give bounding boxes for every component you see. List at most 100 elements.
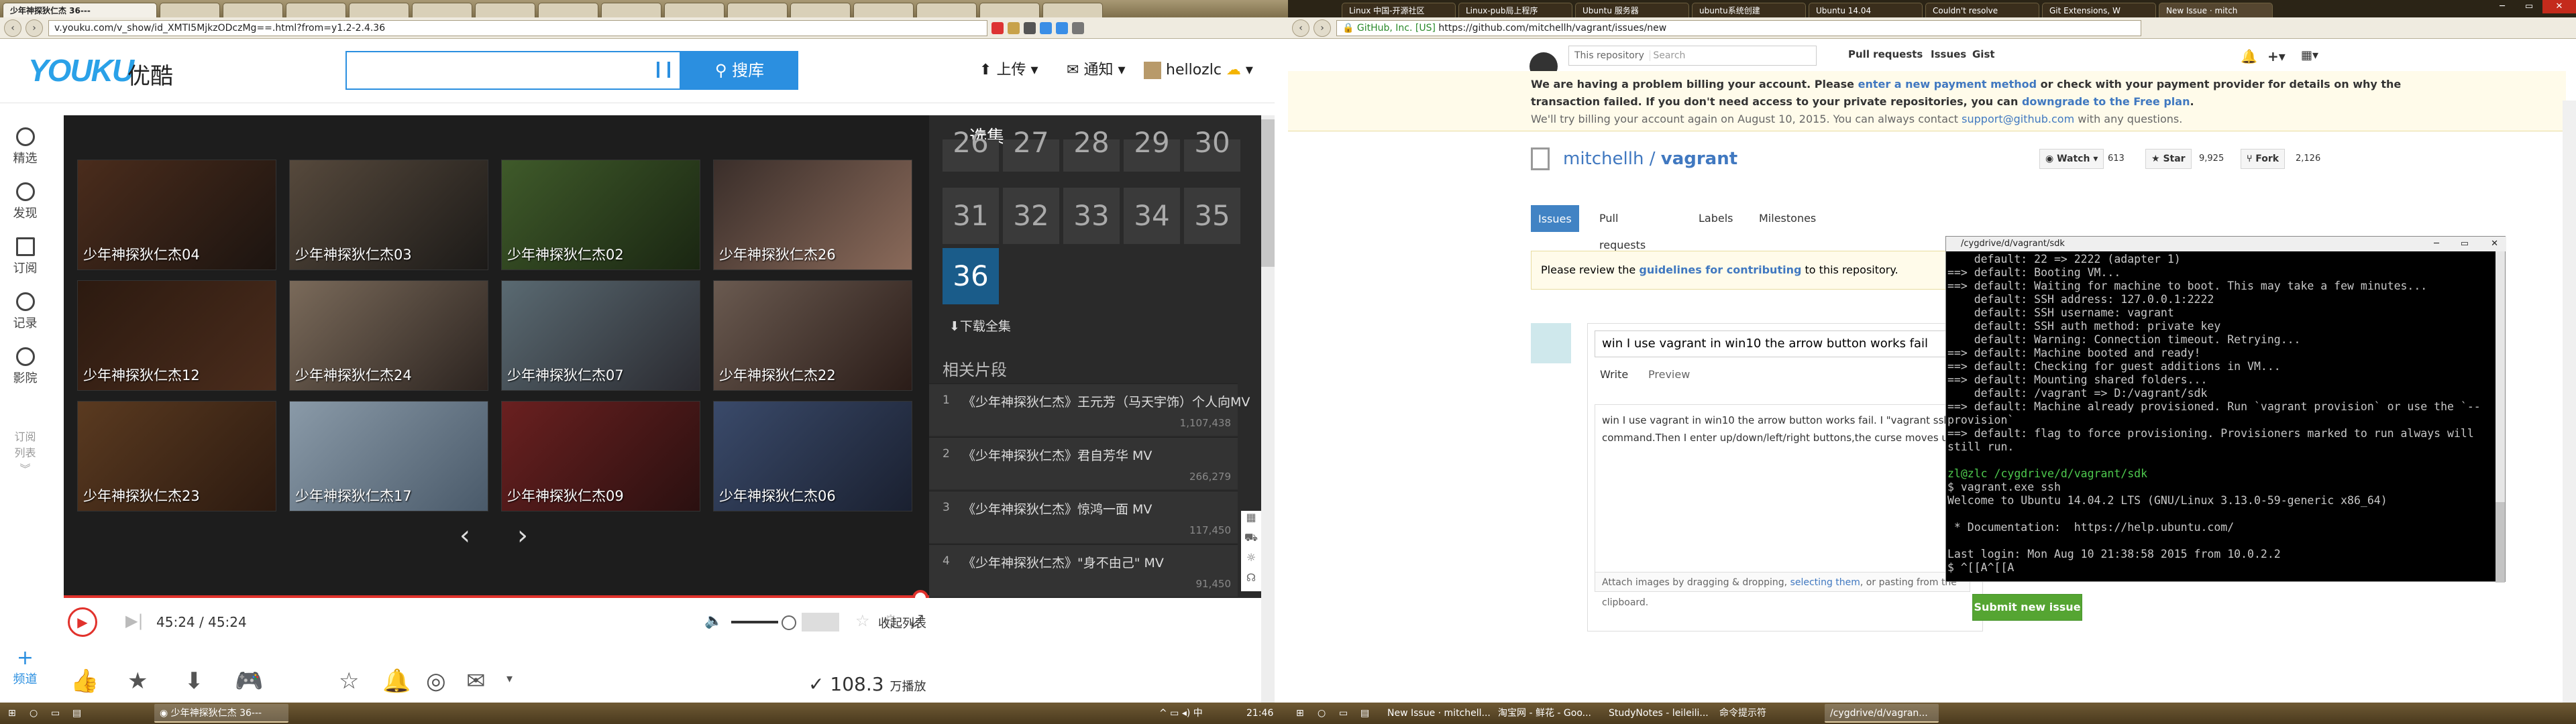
star-count[interactable]: 9,925: [2199, 149, 2224, 169]
downgrade-link[interactable]: downgrade to the Free plan: [2022, 95, 2190, 108]
repo-name-link[interactable]: vagrant: [1661, 149, 1737, 169]
plus-icon[interactable]: +▾: [2267, 48, 2286, 64]
taskbar-item-youku[interactable]: ◉ 少年神探狄仁杰 36---: [154, 704, 288, 723]
scrollbar[interactable]: [2563, 101, 2576, 703]
tab[interactable]: [349, 3, 409, 17]
volume-slider[interactable]: [731, 621, 778, 623]
search-icon[interactable]: ○: [1312, 704, 1331, 723]
tab-active[interactable]: New Issue · mitch: [2159, 3, 2273, 17]
sidebar-item-discover[interactable]: 发现: [0, 182, 50, 221]
extension-icon[interactable]: [1056, 21, 1068, 34]
cart-icon[interactable]: ⛟: [1241, 531, 1261, 551]
tab[interactable]: [475, 3, 535, 17]
extension-icon[interactable]: [1040, 21, 1052, 34]
quality-button[interactable]: [802, 613, 839, 631]
explorer-icon[interactable]: ▤: [67, 704, 87, 723]
sidebar-item-subscribe[interactable]: 订阅: [0, 237, 50, 276]
episode-button[interactable]: 27: [1003, 129, 1059, 172]
tab[interactable]: [1042, 3, 1103, 17]
thumbnail[interactable]: 少年神探狄仁杰12: [77, 280, 276, 391]
watch-count[interactable]: 613: [2108, 149, 2125, 169]
headset-icon[interactable]: ☊: [1241, 571, 1261, 591]
tab[interactable]: Ubuntu 14.04: [1809, 3, 1923, 17]
qrcode-icon[interactable]: ▦: [1241, 511, 1261, 531]
weibo-icon[interactable]: ◎: [426, 668, 446, 695]
task-view-icon[interactable]: ▭: [1334, 704, 1353, 723]
nav-gist[interactable]: Gist: [1972, 48, 1995, 60]
tab[interactable]: [853, 3, 914, 17]
notifications-icon[interactable]: 🔔: [2241, 48, 2257, 64]
tab-issues[interactable]: Issues: [1531, 205, 1579, 232]
tab[interactable]: [979, 3, 1040, 17]
taskbar-item[interactable]: New Issue · mitchell...: [1382, 704, 1491, 723]
tab[interactable]: [727, 3, 788, 17]
video-player[interactable]: 少年神探狄仁杰04 少年神探狄仁杰03 少年神探狄仁杰02 少年神探狄仁杰26 …: [64, 115, 929, 598]
extension-icon[interactable]: [991, 21, 1004, 34]
avatar[interactable]: ▦▾: [2301, 48, 2318, 62]
tab[interactable]: [664, 3, 724, 17]
sidebar-item-sublist[interactable]: 订阅 列表 ︾: [0, 428, 50, 476]
related-item[interactable]: 1 《少年神探狄仁杰》王元芳（马天宇饰）个人向MV 1,107,438: [929, 383, 1250, 436]
forward-icon[interactable]: ›: [25, 19, 43, 37]
thumbnail[interactable]: 少年神探狄仁杰07: [501, 280, 700, 391]
volume-handle[interactable]: [782, 615, 796, 630]
more-icon[interactable]: ▾: [506, 672, 513, 686]
tab-write[interactable]: Write: [1600, 368, 1628, 381]
select-files-link[interactable]: selecting them: [1790, 577, 1860, 588]
user-menu[interactable]: hellozlc ☁ ▾: [1144, 60, 1253, 80]
taskbar-item[interactable]: StudyNotes - leileili...: [1603, 704, 1711, 723]
thumbnail[interactable]: 少年神探狄仁杰22: [713, 280, 912, 391]
next-icon[interactable]: ▶|: [125, 611, 144, 630]
star-button[interactable]: ★ Star: [2145, 149, 2192, 169]
youku-logo[interactable]: YOUKU: [28, 52, 134, 88]
bell-icon[interactable]: 🔔: [382, 668, 411, 695]
submit-issue-button[interactable]: Submit new issue: [1972, 594, 2082, 621]
download-icon[interactable]: ⬇: [184, 668, 204, 695]
issue-body-textarea[interactable]: win I use vagrant in win10 the arrow but…: [1595, 404, 1970, 579]
nav-pull-requests[interactable]: Pull requests: [1848, 48, 1923, 60]
url-input[interactable]: v.youku.com/v_show/id_XMTI5MjkzODczMg==.…: [48, 19, 987, 36]
taskbar-item[interactable]: 命令提示符: [1714, 704, 1821, 723]
sidebar-item-featured[interactable]: 精选: [0, 127, 50, 166]
close-icon[interactable]: ✕: [2542, 0, 2576, 13]
terminal-output[interactable]: default: 22 => 2222 (adapter 1) ==> defau…: [1947, 253, 2498, 580]
episode-button-selected[interactable]: 36: [943, 248, 999, 304]
taskbar-item[interactable]: 淘宝网 - 鲜花 - Goo...: [1493, 704, 1600, 723]
repo-owner-link[interactable]: mitchellh: [1563, 149, 1644, 169]
extension-icon[interactable]: [1008, 21, 1020, 34]
start-icon[interactable]: ⊞: [3, 704, 21, 723]
episode-button[interactable]: 35: [1184, 188, 1240, 244]
tab[interactable]: Ubuntu 服务器: [1575, 3, 1689, 17]
close-icon[interactable]: ✕: [2491, 237, 2498, 251]
related-item[interactable]: 4 《少年神探狄仁杰》"身不由己" MV 91,450: [929, 544, 1238, 597]
scrollbar-thumb[interactable]: [2496, 502, 2505, 583]
gamepad-icon[interactable]: 🎮: [235, 668, 263, 695]
menu-icon[interactable]: [1072, 21, 1084, 34]
maximize-icon[interactable]: ▭: [2516, 0, 2542, 13]
thumbnail[interactable]: 少年神探狄仁杰23: [77, 401, 276, 511]
attach-hint[interactable]: Attach images by dragging & dropping, se…: [1595, 572, 1970, 608]
sidebar-item-channel[interactable]: + 频道: [0, 646, 50, 687]
tab[interactable]: [601, 3, 661, 17]
url-input[interactable]: 🔒 GitHub, Inc. [US] https://github.com/m…: [1336, 19, 2141, 36]
search-button[interactable]: ⚲ 搜库: [681, 51, 798, 90]
terminal-window[interactable]: /cygdrive/d/vagrant/sdk ─ ▭ ✕ default: 2…: [1945, 236, 2506, 583]
start-icon[interactable]: ⊞: [1291, 704, 1309, 723]
search-icon[interactable]: ○: [24, 704, 43, 723]
tab[interactable]: ubuntu系统创建: [1692, 3, 1806, 17]
tab-labels[interactable]: Labels: [1692, 205, 1740, 232]
support-link[interactable]: support@github.com: [1962, 113, 2074, 125]
search-input[interactable]: [345, 51, 681, 90]
tab[interactable]: [223, 3, 283, 17]
tray-icons[interactable]: ^ ▭ ◂) 中: [1154, 704, 1208, 723]
related-item[interactable]: 2 《少年神探狄仁杰》君自芳华 MV 266,279: [929, 437, 1238, 489]
tab-milestones[interactable]: Milestones: [1752, 205, 1823, 232]
thumbnail[interactable]: 少年神探狄仁杰03: [289, 160, 488, 270]
episode-button[interactable]: 31: [943, 188, 999, 244]
star-outline-icon[interactable]: ☆: [339, 668, 359, 695]
episode-button[interactable]: 28: [1063, 129, 1120, 172]
related-item[interactable]: 3 《少年神探狄仁杰》惊鸿一面 MV 117,450: [929, 491, 1238, 543]
tab-youku[interactable]: 少年神探狄仁杰 36---: [3, 3, 157, 17]
fork-count[interactable]: 2,126: [2296, 149, 2320, 169]
minimize-icon[interactable]: ─: [2489, 0, 2516, 13]
